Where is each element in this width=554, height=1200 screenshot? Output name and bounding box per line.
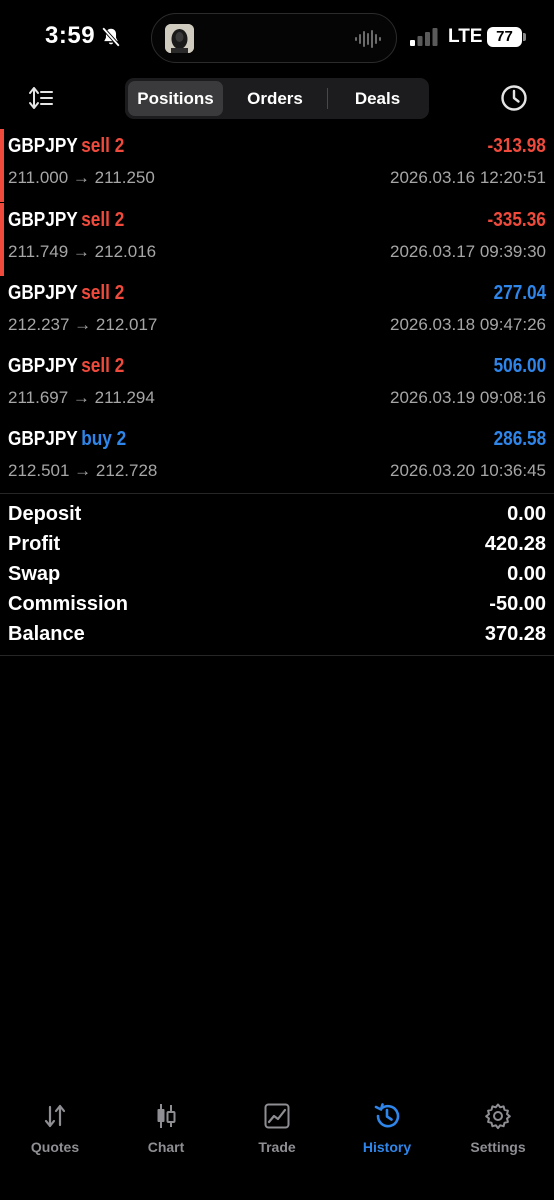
trade-prices: 211.697 → 211.294 xyxy=(8,388,155,407)
trade-prices: 211.749 → 212.016 xyxy=(8,242,157,261)
summary-profit-row: Profit 420.28 xyxy=(0,533,554,563)
battery-icon: 77 xyxy=(487,27,527,47)
trade-symbol: GBPJPY sell 2 xyxy=(8,209,124,232)
open-price: 211.697 xyxy=(8,388,69,407)
tab-trade-label: Trade xyxy=(258,1139,296,1155)
summary-divider-top xyxy=(0,493,554,494)
history-icon xyxy=(374,1103,400,1128)
status-time: 3:59 xyxy=(45,22,96,49)
profit-label: Profit xyxy=(8,533,61,555)
dynamic-island[interactable] xyxy=(151,13,397,63)
swap-value: 0.00 xyxy=(507,563,546,585)
cellular-signal-icon xyxy=(410,28,438,46)
trade-icon xyxy=(264,1103,290,1129)
settings-icon xyxy=(485,1103,511,1130)
tab-orders[interactable]: Orders xyxy=(227,81,323,116)
sort-icon[interactable] xyxy=(27,84,55,112)
trade-profit: -335.36 xyxy=(487,209,546,231)
tab-quotes-label: Quotes xyxy=(30,1139,80,1155)
trade-row[interactable]: GBPJPY sell 2 -313.98 211.000 → 211.250 2… xyxy=(0,129,554,202)
tab-deals[interactable]: Deals xyxy=(329,81,426,116)
trade-side: sell 2 xyxy=(81,355,125,377)
trade-row[interactable]: GBPJPY sell 2 277.04 212.237 → 212.017 20… xyxy=(0,276,554,349)
status-bar: 3:59 LTE 77 xyxy=(0,0,554,76)
trade-side: sell 2 xyxy=(81,282,125,304)
close-price: 212.016 xyxy=(94,242,157,261)
balance-value: 370.28 xyxy=(484,623,546,645)
swap-label: Swap xyxy=(8,563,61,585)
trade-time: 2026.03.19 09:08:16 xyxy=(390,388,546,407)
chart-icon xyxy=(157,1104,176,1128)
commission-label: Commission xyxy=(8,593,129,615)
summary-balance-row: Balance 370.28 xyxy=(0,623,554,653)
symbol-name: GBPJPY xyxy=(8,355,78,377)
trade-symbol: GBPJPY sell 2 xyxy=(8,135,124,158)
trade-symbol: GBPJPY sell 2 xyxy=(8,282,124,305)
open-price: 211.749 xyxy=(8,242,69,261)
symbol-name: GBPJPY xyxy=(8,428,78,450)
trade-time: 2026.03.20 10:36:45 xyxy=(390,461,546,480)
trade-prices: 212.237 → 212.017 xyxy=(8,315,158,334)
tab-positions[interactable]: Positions xyxy=(128,81,223,116)
segment-divider xyxy=(327,88,328,109)
summary-swap-row: Swap 0.00 xyxy=(0,563,554,593)
tab-chart[interactable]: Chart xyxy=(111,1095,221,1165)
close-price: 211.294 xyxy=(94,388,155,407)
now-playing-artwork xyxy=(165,24,194,53)
open-price: 212.237 xyxy=(8,315,70,334)
trade-row[interactable]: GBPJPY sell 2 -335.36 211.749 → 212.016 2… xyxy=(0,203,554,276)
deposit-value: 0.00 xyxy=(507,503,546,525)
tab-chart-label: Chart xyxy=(147,1139,185,1155)
trade-time: 2026.03.16 12:20:51 xyxy=(390,168,546,187)
trade-symbol: GBPJPY buy 2 xyxy=(8,428,126,451)
close-price: 212.017 xyxy=(95,315,158,334)
tab-settings-label: Settings xyxy=(470,1139,526,1155)
symbol-name: GBPJPY xyxy=(8,209,78,231)
trade-profit: 506.00 xyxy=(493,355,546,377)
trade-prices: 211.000 → 211.250 xyxy=(8,168,155,187)
trade-row[interactable]: GBPJPY buy 2 286.58 212.501 → 212.728 202… xyxy=(0,422,554,495)
open-price: 212.501 xyxy=(8,461,70,480)
tab-quotes[interactable]: Quotes xyxy=(0,1095,110,1165)
battery-level: 77 xyxy=(487,27,522,47)
commission-value: -50.00 xyxy=(489,593,546,615)
summary-deposit-row: Deposit 0.00 xyxy=(0,503,554,533)
close-price: 212.728 xyxy=(95,461,158,480)
close-price: 211.250 xyxy=(94,168,155,187)
audio-waveform-icon xyxy=(355,30,381,48)
trade-profit: 286.58 xyxy=(493,428,546,450)
history-segmented-control: Positions Orders Deals xyxy=(125,78,429,119)
profit-value: 420.28 xyxy=(484,533,546,555)
balance-label: Balance xyxy=(8,623,85,645)
trade-profit: 277.04 xyxy=(493,282,546,304)
quotes-icon xyxy=(44,1104,66,1128)
trade-symbol: GBPJPY sell 2 xyxy=(8,355,124,378)
bottom-tab-bar: Quotes Chart Trade History Settings xyxy=(0,1095,554,1200)
loss-indicator-bar xyxy=(0,203,4,276)
tab-trade[interactable]: Trade xyxy=(222,1095,332,1165)
trade-side: sell 2 xyxy=(81,209,125,231)
trade-profit: -313.98 xyxy=(487,135,546,157)
trade-prices: 212.501 → 212.728 xyxy=(8,461,158,480)
bell-muted-icon xyxy=(101,27,121,47)
symbol-name: GBPJPY xyxy=(8,135,78,157)
app-root: 3:59 LTE 77 Positions Orders Deals GBPJP… xyxy=(0,0,554,1200)
loss-indicator-bar xyxy=(0,129,4,202)
tab-settings[interactable]: Settings xyxy=(443,1095,553,1165)
summary-commission-row: Commission -50.00 xyxy=(0,593,554,623)
trade-row[interactable]: GBPJPY sell 2 506.00 211.697 → 211.294 20… xyxy=(0,349,554,422)
tab-history-label: History xyxy=(362,1139,412,1155)
trade-side: sell 2 xyxy=(81,135,125,157)
symbol-name: GBPJPY xyxy=(8,282,78,304)
trade-time: 2026.03.18 09:47:26 xyxy=(390,315,546,334)
trade-side: buy 2 xyxy=(81,428,127,450)
clock-icon[interactable] xyxy=(499,83,529,113)
battery-cap xyxy=(523,33,526,41)
network-type: LTE xyxy=(448,26,483,47)
deposit-label: Deposit xyxy=(8,503,82,525)
summary-divider-bottom xyxy=(0,655,554,656)
trade-time: 2026.03.17 09:39:30 xyxy=(390,242,546,261)
tab-history[interactable]: History xyxy=(332,1095,442,1165)
open-price: 211.000 xyxy=(8,168,69,187)
